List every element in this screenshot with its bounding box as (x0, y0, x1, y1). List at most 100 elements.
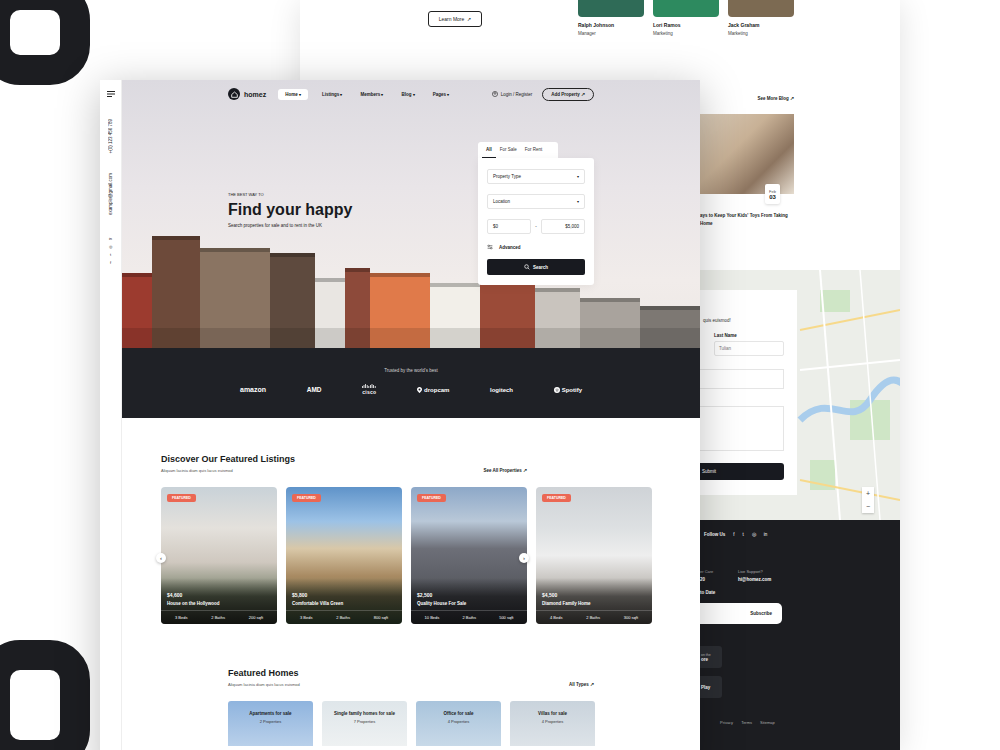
footer-link[interactable]: Privacy (720, 720, 733, 725)
listing-price: $2,500 (411, 592, 527, 598)
submit-button[interactable]: Submit (700, 463, 784, 480)
logo[interactable]: homez (228, 88, 266, 100)
listing-fact: 3 Beds (175, 615, 187, 620)
search-tab[interactable]: All (482, 142, 496, 158)
email-address[interactable]: example@gmail.com (108, 173, 113, 215)
footer-link[interactable]: Terms (741, 720, 752, 725)
team-name: Jack Graham (728, 22, 794, 28)
nav-item[interactable]: Blog ▾ (397, 90, 418, 99)
brand-name: cisco (362, 389, 376, 395)
carousel-prev-button[interactable]: ‹ (156, 553, 166, 563)
search-tab[interactable]: For Sale (496, 142, 521, 158)
phone-number[interactable]: +(0) 123 456 789 (108, 119, 113, 153)
add-property-button[interactable]: Add Property ↗ (542, 88, 594, 101)
zoom-out-button[interactable]: − (862, 500, 874, 513)
all-types-link[interactable]: All Types ↗ (569, 682, 594, 687)
category-card[interactable]: Office for sale 4 Properties (416, 701, 501, 746)
listing-info: $4,500 Diamond Family Home 4 Beds2 Baths… (536, 578, 652, 624)
caret-icon: ▾ (299, 92, 301, 97)
social-icon[interactable]: ◎ (752, 532, 756, 537)
see-more-blog-link[interactable]: See More Blog ↗ (757, 96, 794, 101)
nav-item[interactable]: Listings ▾ (318, 90, 347, 99)
frame-corner (0, 0, 90, 85)
subscribe-button[interactable]: Subscribe (750, 611, 772, 616)
listing-card[interactable]: FEATURED $4,500 Diamond Family Home 4 Be… (536, 487, 652, 624)
social-icon[interactable]: ◎ (109, 244, 112, 249)
listing-fact: 2 Baths (462, 615, 476, 620)
footer-link[interactable]: Sitemap (760, 720, 775, 725)
footer: Follow Us f t ◎ in er Care 20 Live Support?… (700, 520, 900, 750)
learn-more-label: Learn More (439, 16, 465, 22)
select-field[interactable]: Property Type ▾ (487, 169, 585, 184)
learn-more-button[interactable]: Learn More ↗ (428, 11, 482, 27)
customer-care: er Care 20 (700, 569, 738, 582)
featured-listings: Discover Our Featured Listings Aliquam l… (122, 418, 700, 624)
caret-icon: ▾ (340, 92, 342, 97)
email-input[interactable] (700, 369, 784, 389)
arrow-icon: ↗ (581, 92, 585, 97)
map[interactable]: quis euismod! Last Name Tulian Submit + … (700, 270, 900, 520)
category-count: 4 Properties (448, 719, 470, 724)
price-range: $0 - $5,000 (487, 219, 585, 234)
team-role: Manager (578, 31, 644, 36)
featured-badge: FEATURED (542, 494, 571, 502)
listing-card[interactable]: FEATURED $5,800 Comfortable Villa Green … (286, 487, 402, 624)
social-icon[interactable]: f (110, 260, 111, 265)
contact-intro: quis euismod! (700, 318, 797, 323)
team-card[interactable]: Lori Ramos Marketing (653, 0, 719, 36)
listing-card[interactable]: FEATURED $4,600 House on the Hollywood 3… (161, 487, 277, 624)
search-tab[interactable]: For Rent (521, 142, 547, 158)
homes-header: Featured Homes Aliquam lacinia diam quis… (228, 668, 594, 687)
blog-title[interactable]: ays to Keep Your Kids' Toys From TakingH… (700, 212, 900, 228)
app-button-caption: on the (701, 653, 722, 657)
social-icon[interactable]: in (109, 236, 112, 241)
see-all-properties-link[interactable]: See All Properties ↗ (483, 468, 527, 473)
about-strip: Learn More ↗ Ralph Johnson Manager Lori … (300, 0, 900, 80)
listing-title: Comfortable Villa Green (286, 601, 402, 606)
listings-header: Discover Our Featured Listings Aliquam l… (161, 454, 527, 473)
frame-corner (0, 640, 90, 750)
back-right-column: See More Blog ↗ Feb 03 ays to Keep Your … (700, 80, 900, 750)
category-card[interactable]: Single family homes for sale 7 Propertie… (322, 701, 407, 746)
nav-item[interactable]: Members ▾ (356, 90, 387, 99)
listing-price: $5,800 (286, 592, 402, 598)
live-support: Live Support? hi@homez.com (738, 569, 771, 582)
subscribe-field[interactable]: Subscribe (700, 603, 782, 624)
price-max-input[interactable]: $5,000 (541, 219, 585, 234)
select-field[interactable]: Location ▾ (487, 194, 585, 209)
blog-photo[interactable]: Feb 03 (700, 114, 794, 194)
search-icon (524, 264, 530, 270)
social-icon[interactable]: t (743, 532, 744, 537)
zoom-in-button[interactable]: + (862, 487, 874, 500)
listing-card[interactable]: FEATURED $2,500 Quality House For Sale 1… (411, 487, 527, 624)
team-card[interactable]: Ralph Johnson Manager (578, 0, 644, 36)
category-card[interactable]: Villas for sale 4 Properties (510, 701, 595, 746)
page-main: homez Home ▾ Listings ▾ Members ▾ Blog ▾ Pag… (122, 80, 700, 750)
nav-item[interactable]: Home ▾ (278, 89, 308, 100)
social-icon[interactable]: t (110, 252, 111, 257)
hero: homez Home ▾ Listings ▾ Members ▾ Blog ▾ Pag… (122, 80, 700, 348)
follow-label: Follow Us (704, 532, 725, 537)
login-link[interactable]: Login / Register (492, 91, 533, 97)
social-icon[interactable]: f (733, 532, 734, 537)
date-month: Feb (769, 189, 776, 194)
app-store-button[interactable]: Play (700, 676, 722, 698)
message-textarea[interactable] (700, 406, 784, 451)
search-button[interactable]: Search (487, 259, 585, 275)
category-card[interactable]: Apartments for sale 2 Properties (228, 701, 313, 746)
mockup-canvas: Learn More ↗ Ralph Johnson Manager Lori … (0, 0, 1000, 750)
team-card[interactable]: Jack Graham Marketing (728, 0, 794, 36)
nav-item[interactable]: Pages ▾ (429, 90, 454, 99)
advanced-toggle[interactable]: Advanced (487, 244, 585, 250)
hero-title: Find your happy (228, 201, 352, 219)
search-form: Property Type ▾ Location ▾ $0 - $5,000 Ad… (478, 158, 594, 285)
listing-carousel: FEATURED $4,600 House on the Hollywood 3… (161, 487, 700, 624)
carousel-next-button[interactable]: › (519, 553, 529, 563)
user-icon (492, 91, 498, 97)
last-name-input[interactable]: Tulian (714, 341, 784, 356)
app-store-button[interactable]: on the ore (700, 646, 722, 668)
side-rail: +(0) 123 456 789 example@gmail.com in ◎ tf (100, 80, 122, 750)
social-icon[interactable]: in (764, 532, 768, 537)
price-min-input[interactable]: $0 (487, 219, 531, 234)
hamburger-icon[interactable] (107, 91, 115, 97)
